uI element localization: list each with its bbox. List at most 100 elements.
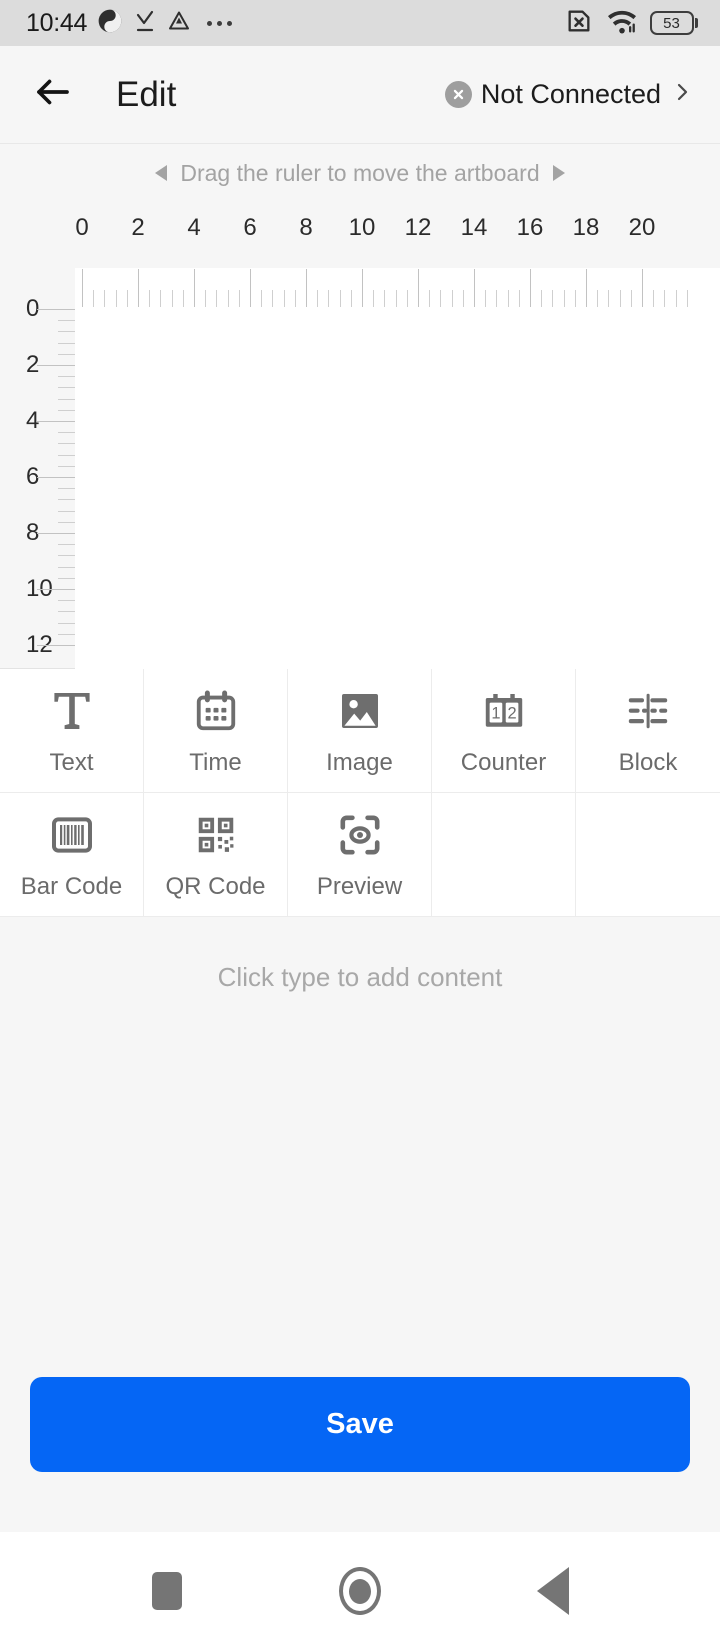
v-ruler-tick-major [37,589,75,590]
app-badge-icon [97,8,123,39]
h-ruler-tick-minor [518,290,520,307]
tool-button-image[interactable]: Image [288,669,432,793]
tool-button-bar-code[interactable]: Bar Code [0,793,144,917]
vertical-ruler[interactable]: 0 2 4 6 8 10 12 [0,268,75,669]
v-ruler-tick-minor [58,409,75,411]
battery-indicator: 53 [649,11,698,35]
h-ruler-label: 0 [75,214,89,241]
h-ruler-tick-major [362,269,363,307]
preview-eye-icon [336,809,384,861]
tool-button-qr-code[interactable]: QR Code [144,793,288,917]
h-ruler-label: 12 [404,214,432,241]
h-ruler-tick-major [642,269,643,307]
v-ruler-tick-minor [58,510,75,512]
h-ruler-tick-major [138,269,139,307]
h-ruler-tick-minor [630,290,632,307]
h-ruler-tick-minor [350,290,352,307]
v-ruler-tick-major [37,365,75,366]
artboard-canvas[interactable] [75,268,720,669]
h-ruler-label: 20 [628,214,656,241]
block-align-icon [624,685,672,737]
h-ruler-tick-major [530,269,531,307]
v-ruler-tick-minor [58,611,75,613]
h-ruler-tick-minor [283,290,285,307]
h-ruler-tick-minor [395,290,397,307]
h-ruler-tick-minor [507,290,509,307]
triangle-warning-icon [167,9,191,38]
drag-ruler-hint: Drag the ruler to move the artboard [0,144,720,202]
h-ruler-tick-minor [373,290,375,307]
back-button[interactable] [30,72,76,118]
triangle-left-icon [155,165,168,181]
h-ruler-tick-minor [115,290,117,307]
h-ruler-tick-minor [104,290,106,307]
v-ruler-tick-minor [58,342,75,344]
v-ruler-tick-minor [58,320,75,322]
h-ruler-tick-minor [126,290,128,307]
tool-label: Image [326,748,393,776]
tool-button-counter[interactable]: 1 2 Counter [432,669,576,793]
v-ruler-tick-minor [58,331,75,333]
v-ruler-tick-minor [58,488,75,490]
v-ruler-tick-major [37,309,75,310]
h-ruler-tick-minor [563,290,565,307]
chevron-right-icon [670,78,694,111]
nav-back-button[interactable] [518,1556,588,1626]
horizontal-ruler[interactable]: 0 2 4 6 8 10 12 14 16 18 20 [75,202,720,307]
system-nav-bar [0,1532,720,1650]
h-ruler-tick-minor [160,290,162,307]
barcode-icon [48,809,96,861]
v-ruler-tick-minor [58,499,75,501]
counter-icon: 12 [481,685,527,737]
h-ruler-tick-minor [238,290,240,307]
tool-button-text[interactable]: Text [0,669,144,793]
drag-ruler-hint-label: Drag the ruler to move the artboard [180,159,540,186]
h-ruler-label: 4 [187,214,201,241]
h-ruler-tick-minor [675,290,677,307]
h-ruler-tick-minor [574,290,576,307]
h-ruler-tick-minor [216,290,218,307]
save-button[interactable]: Save [30,1377,690,1472]
nav-home-button[interactable] [325,1556,395,1626]
h-ruler-tick-minor [171,290,173,307]
status-clock: 10:44 [26,8,88,37]
h-ruler-tick-minor [406,290,408,307]
h-ruler-tick-minor [149,290,151,307]
tool-button-time[interactable]: Time [144,669,288,793]
h-ruler-tick-minor [384,290,386,307]
h-ruler-tick-minor [328,290,330,307]
v-ruler-tick-minor [58,387,75,389]
h-ruler-tick-major [250,269,251,307]
h-ruler-tick-minor [597,290,599,307]
tool-label: Counter [460,748,547,776]
tool-label: Preview [316,872,403,900]
h-ruler-tick-minor [653,290,655,307]
h-ruler-tick-minor [429,290,431,307]
wifi-icon [606,7,638,40]
v-ruler-tick-minor [58,633,75,635]
tool-grid: Text Time Image 1 2 Counter Block Bar Code QR Co… [0,668,720,917]
h-ruler-tick-minor [205,290,207,307]
nav-recents-button[interactable] [132,1556,202,1626]
square-icon [151,1572,182,1610]
h-ruler-tick-major [586,269,587,307]
more-dots-icon [207,20,233,26]
tool-label: Block [618,748,678,776]
tool-cell-empty [576,793,720,917]
battery-level: 53 [649,11,694,35]
connection-status-button[interactable]: Not Connected [444,78,694,111]
tool-button-block[interactable]: Block [576,669,720,793]
no-sim-icon [564,7,594,40]
tool-button-preview[interactable]: Preview [288,793,432,917]
h-ruler-tick-minor [485,290,487,307]
h-ruler-tick-minor [496,290,498,307]
image-icon [336,685,384,737]
v-ruler-tick-minor [58,398,75,400]
v-ruler-tick-minor [58,454,75,456]
h-ruler-label: 16 [516,214,544,241]
h-ruler-tick-minor [227,290,229,307]
v-ruler-tick-minor [58,600,75,602]
h-ruler-tick-minor [339,290,341,307]
content-empty-hint: Click type to add content [217,962,503,992]
v-ruler-tick-major [37,421,75,422]
